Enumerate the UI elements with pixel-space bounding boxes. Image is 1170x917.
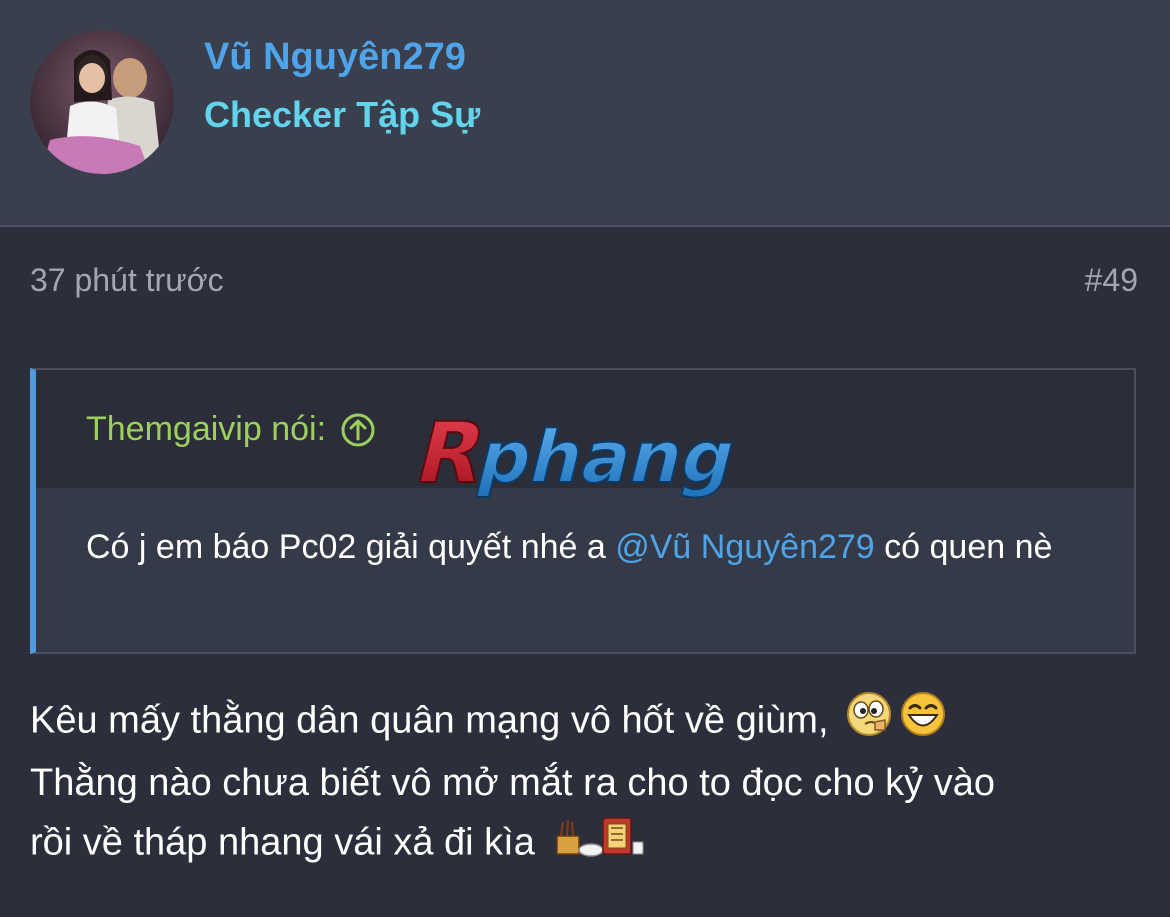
username[interactable]: Vũ Nguyên279	[204, 36, 466, 79]
laughing-emoji-icon	[899, 690, 947, 755]
thinking-emoji-icon	[845, 690, 893, 755]
message-line-3: rồi về tháp nhang vái xả đi kìa	[30, 821, 535, 864]
message-line-1: Kêu mấy thằng dân quân mạng vô hốt về gi…	[30, 699, 829, 742]
rphang-watermark: R phang	[406, 404, 770, 510]
avatar[interactable]	[30, 30, 174, 174]
arrow-up-circle-icon[interactable]	[340, 412, 376, 448]
mention-link[interactable]: @Vũ Nguyên279	[615, 528, 874, 566]
incense-altar-emoji-icon	[551, 812, 647, 877]
quote-text: Có j em báo Pc02 giải quyết nhé a @Vũ Ng…	[86, 520, 1066, 574]
message-line-2: Thằng nào chưa biết vô mở mắt ra cho to …	[30, 762, 995, 804]
post-number[interactable]: #49	[1085, 262, 1138, 299]
quote-text-end: có quen nè	[874, 528, 1053, 566]
quote-author[interactable]: Themgaivip nói:	[86, 410, 376, 449]
quote-text-start: Có j em báo Pc02 giải quyết nhé a	[86, 528, 616, 566]
post-time[interactable]: 37 phút trước	[30, 262, 224, 299]
post-message: Kêu mấy thằng dân quân mạng vô hốt về gi…	[30, 690, 1140, 877]
watermark-text: phang	[470, 416, 745, 500]
quote-author-label: Themgaivip nói:	[86, 410, 327, 448]
user-title: Checker Tập Sự	[204, 94, 481, 135]
user-header: Vũ Nguyên279 Checker Tập Sự	[0, 0, 1170, 227]
